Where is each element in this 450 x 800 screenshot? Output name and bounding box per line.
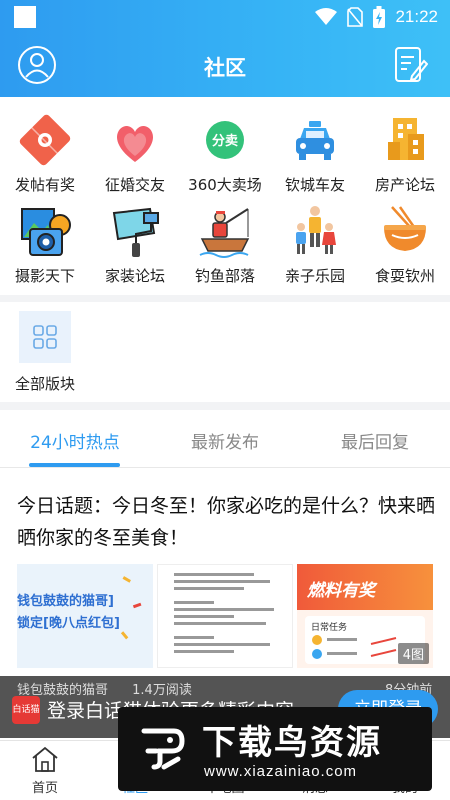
thumbnail-1-text-1: 钱包鼓鼓的猫哥]: [17, 594, 114, 609]
building-icon: [388, 118, 424, 160]
image-count-badge: 4图: [397, 643, 429, 664]
all-boards-label: 全部版块: [14, 375, 75, 393]
status-bar: 21:22: [0, 0, 450, 34]
all-boards-section: 全部版块: [0, 302, 450, 402]
tab-last-reply[interactable]: 最后回复: [305, 428, 445, 453]
thumbnail-3-section: 日常任务: [311, 623, 348, 633]
fishing-icon: [199, 208, 250, 258]
notification-square-icon: [14, 6, 36, 28]
feed-tabs: 24小时热点 最新发布 最后回复: [0, 410, 450, 468]
no-sim-icon: [347, 7, 364, 27]
post-thumbnail-1[interactable]: 钱包鼓鼓的猫哥] 锁定[晚八点红包]: [17, 564, 153, 668]
board-grid: 发帖有奖 征婚交友 分卖 360大卖场 钦城车友 房产论坛 摄影天下 家装论坛 …: [0, 97, 450, 295]
market-badge-icon: 分卖: [206, 121, 244, 159]
wifi-icon: [315, 8, 338, 25]
watermark-title: 下载鸟资源: [202, 723, 382, 763]
all-boards-button[interactable]: 全部版块: [12, 311, 78, 394]
hearts-icon: [116, 125, 154, 162]
compose-post-icon[interactable]: [394, 45, 428, 85]
post-title[interactable]: 今日话题：今日冬至！你家必吃的是什么？快来晒晒你家的冬至美食！: [17, 490, 437, 554]
battery-charging-icon: [373, 6, 386, 28]
bird-logo-icon: [141, 728, 185, 770]
watermark: 下载鸟资源 www.xiazainiao.com: [118, 707, 432, 791]
post-thumbnails[interactable]: 钱包鼓鼓的猫哥] 锁定[晚八点红包] 燃料有奖 日常任务 4图: [17, 564, 433, 668]
noodle-bowl-icon: [384, 206, 426, 251]
board-item-home-decor[interactable]: 家装论坛: [90, 203, 180, 286]
board-item-photography[interactable]: 摄影天下: [0, 203, 90, 286]
board-item-post-reward[interactable]: 发帖有奖: [0, 112, 90, 195]
red-envelope-icon: [19, 114, 71, 166]
paint-roller-icon: [112, 207, 159, 257]
app-logo: 白话猫: [12, 696, 40, 724]
page-title: 社区: [204, 56, 246, 80]
grid-icon: [19, 311, 71, 363]
nav-home[interactable]: 首页: [0, 745, 90, 796]
thumbnail-1-text-2: 锁定[晚八点红包]: [17, 616, 120, 631]
camera-photo-icon: [21, 208, 71, 256]
board-item-food[interactable]: 食耍钦州: [360, 203, 450, 286]
board-item-car-club[interactable]: 钦城车友: [270, 112, 360, 195]
status-time: 21:22: [395, 7, 438, 26]
board-item-real-estate[interactable]: 房产论坛: [360, 112, 450, 195]
watermark-url: www.xiazainiao.com: [204, 763, 358, 780]
post-thumbnail-3[interactable]: 燃料有奖 日常任务 4图: [297, 564, 433, 668]
thumbnail-3-title: 燃料有奖: [307, 581, 375, 601]
board-item-dating[interactable]: 征婚交友: [90, 112, 180, 195]
top-bar: 21:22 社区: [0, 0, 450, 97]
active-tab-indicator: [29, 463, 120, 467]
post-thumbnail-2[interactable]: [157, 564, 293, 668]
board-item-fishing[interactable]: 钓鱼部落: [180, 203, 270, 286]
tab-latest[interactable]: 最新发布: [155, 428, 295, 453]
family-icon: [296, 206, 336, 254]
home-icon: [32, 746, 58, 772]
market-badge-text: 分卖: [212, 133, 238, 149]
confetti-icon: [120, 576, 142, 640]
document-preview-icon: [174, 573, 274, 653]
board-item-family[interactable]: 亲子乐园: [270, 203, 360, 286]
tab-24h-hot[interactable]: 24小时热点: [5, 428, 145, 453]
car-icon: [296, 121, 334, 160]
board-item-market[interactable]: 分卖 360大卖场: [180, 112, 270, 195]
